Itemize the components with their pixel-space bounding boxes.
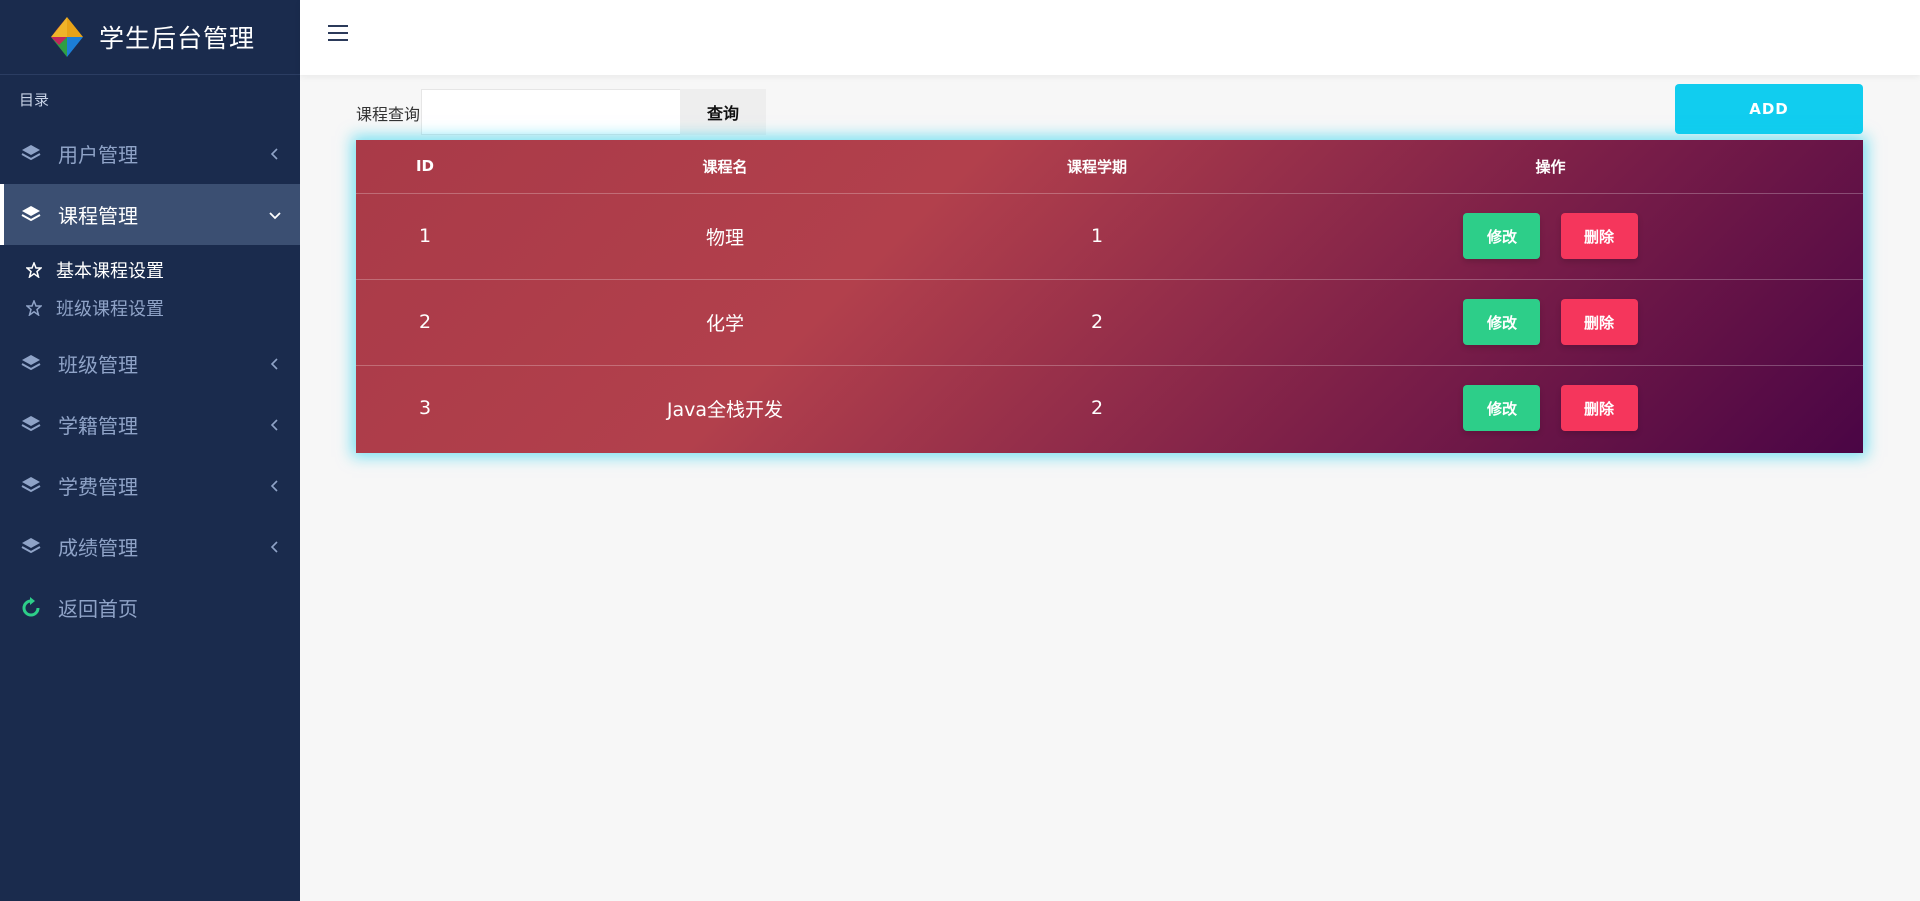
cell-actions: 修改 删除 [1238, 193, 1863, 280]
sidebar-section-label: 目录 [19, 91, 50, 109]
layers-icon [21, 537, 41, 553]
star-icon [26, 262, 42, 278]
sidebar-subitem-label: 基本课程设置 [56, 261, 164, 282]
sidebar: 学生后台管理 目录 用户管理 课程管理 基本课程设置 班级课程设置 班级管理 学… [0, 0, 300, 901]
sidebar-item-label: 用户管理 [58, 143, 138, 167]
chevron-left-icon [270, 357, 278, 370]
brand[interactable]: 学生后台管理 [0, 0, 300, 75]
cell-id: 3 [418, 397, 432, 420]
delete-button[interactable]: 删除 [1560, 385, 1638, 432]
layers-icon [21, 144, 41, 160]
sidebar-subitem-class-course-settings[interactable]: 班级课程设置 [0, 289, 300, 327]
course-table: ID 课程名 课程学期 操作 1 物理 1 修改 删除 2 化学 2 修改 删除… [356, 140, 1863, 453]
cell-id: 1 [356, 193, 494, 280]
sidebar-item-label: 成绩管理 [58, 536, 138, 560]
cell-actions: 修改 删除 [1238, 279, 1863, 366]
sidebar-item-label: 课程管理 [58, 204, 138, 228]
column-header-id: ID [356, 140, 494, 194]
chevron-left-icon [270, 418, 278, 431]
topbar [300, 0, 1920, 75]
brand-logo-icon [50, 17, 83, 57]
sidebar-item-course-management[interactable]: 课程管理 [0, 184, 300, 245]
search-label: 课程查询 [356, 105, 421, 124]
table-header-row: ID 课程名 课程学期 操作 [356, 140, 1863, 194]
sidebar-item-grade-management[interactable]: 成绩管理 [0, 516, 300, 577]
course-search-input[interactable] [421, 89, 681, 135]
layers-icon [21, 205, 41, 221]
sidebar-subitem-basic-course-settings[interactable]: 基本课程设置 [0, 251, 300, 289]
sidebar-item-user-management[interactable]: 用户管理 [0, 123, 300, 184]
table-row: 3 Java全栈开发 2 修改 删除 [356, 365, 1863, 451]
menu-toggle-icon[interactable] [328, 25, 348, 43]
edit-button[interactable]: 修改 [1463, 299, 1541, 345]
sidebar-item-label: 班级管理 [58, 353, 138, 377]
column-header-course-name: 课程名 [494, 140, 956, 194]
cell-course-term: 1 [956, 193, 1238, 280]
column-header-course-term: 课程学期 [956, 140, 1238, 194]
sidebar-item-back-home[interactable]: 返回首页 [0, 577, 300, 638]
sidebar-item-class-management[interactable]: 班级管理 [0, 333, 300, 394]
delete-button[interactable]: 删除 [1560, 299, 1638, 345]
chevron-left-icon [270, 147, 278, 160]
layers-icon [21, 476, 41, 492]
layers-icon [21, 415, 41, 431]
search-button[interactable]: 查询 [680, 89, 766, 135]
sidebar-submenu-course: 基本课程设置 班级课程设置 [0, 245, 300, 333]
sidebar-item-enrollment-management[interactable]: 学籍管理 [0, 394, 300, 455]
cell-actions: 修改 删除 [1238, 365, 1863, 451]
table-row: 2 化学 2 修改 删除 [356, 279, 1863, 366]
delete-button[interactable]: 删除 [1560, 213, 1638, 259]
sidebar-item-tuition-management[interactable]: 学费管理 [0, 455, 300, 516]
sidebar-item-label: 学籍管理 [58, 414, 138, 438]
brand-title: 学生后台管理 [98, 24, 255, 53]
cell-id: 2 [356, 279, 494, 366]
sidebar-item-label: 学费管理 [58, 475, 138, 499]
refresh-icon [22, 596, 40, 616]
sidebar-subitem-label: 班级课程设置 [56, 299, 164, 320]
cell-course-term: 2 [956, 279, 1238, 366]
cell-course-term: 2 [1090, 397, 1104, 420]
add-button[interactable]: ADD [1675, 84, 1863, 134]
cell-course-name: Java全栈开发 [666, 398, 784, 421]
chevron-left-icon [270, 479, 278, 492]
star-icon [26, 300, 42, 316]
chevron-down-icon [269, 211, 281, 219]
cell-course-name: 化学 [494, 279, 956, 366]
edit-button[interactable]: 修改 [1463, 213, 1541, 259]
edit-button[interactable]: 修改 [1463, 385, 1541, 432]
column-header-actions: 操作 [1238, 140, 1863, 194]
chevron-left-icon [270, 540, 278, 553]
table-row: 1 物理 1 修改 删除 [356, 193, 1863, 280]
cell-course-name: 物理 [494, 193, 956, 280]
sidebar-item-label: 返回首页 [58, 597, 138, 621]
layers-icon [21, 354, 41, 370]
